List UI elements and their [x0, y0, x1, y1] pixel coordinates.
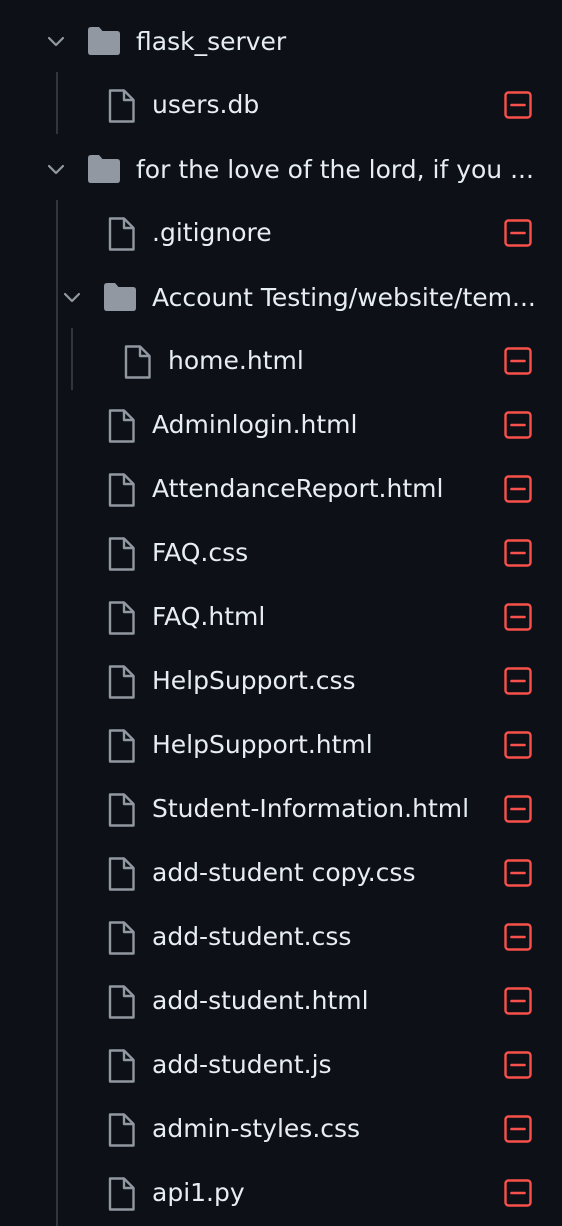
- tree-row-file-add-student-copy-css[interactable]: add-student copy.css: [0, 841, 562, 905]
- remove-square-icon[interactable]: [504, 539, 532, 567]
- tree-item-label: add-student copy.css: [152, 858, 416, 887]
- tree-item-label: users.db: [152, 90, 260, 119]
- file-icon: [108, 1049, 135, 1083]
- file-icon: [108, 601, 135, 635]
- tree-row-file-attendancereport-html[interactable]: AttendanceReport.html: [0, 457, 562, 521]
- tree-row-file-add-student-css[interactable]: add-student.css: [0, 905, 562, 969]
- tree-item-label: Student-Information.html: [152, 794, 470, 823]
- tree-item-label: Account Testing/website/tem...: [152, 283, 536, 312]
- remove-square-icon[interactable]: [504, 1115, 532, 1143]
- tree-item-label: add-student.css: [152, 922, 352, 951]
- remove-square-icon[interactable]: [504, 731, 532, 759]
- file-icon: [108, 537, 135, 571]
- remove-square-icon[interactable]: [504, 987, 532, 1015]
- file-icon: [108, 793, 135, 827]
- tree-row-file-student-information-html[interactable]: Student-Information.html: [0, 777, 562, 841]
- remove-square-icon[interactable]: [504, 603, 532, 631]
- remove-square-icon[interactable]: [504, 91, 532, 119]
- tree-row-file-adminlogin-html[interactable]: Adminlogin.html: [0, 393, 562, 457]
- remove-square-icon[interactable]: [504, 411, 532, 439]
- folder-icon: [88, 27, 120, 55]
- tree-item-label: AttendanceReport.html: [152, 474, 444, 503]
- remove-square-icon[interactable]: [504, 475, 532, 503]
- tree-row-file-users-db[interactable]: users.db: [0, 73, 562, 137]
- tree-row-folder-project-root[interactable]: for the love of the lord, if you ...: [0, 138, 562, 202]
- tree-item-label: add-student.html: [152, 986, 369, 1015]
- tree-item-label: FAQ.css: [152, 538, 249, 567]
- file-icon: [108, 473, 135, 507]
- tree-item-label: HelpSupport.html: [152, 730, 373, 759]
- remove-square-icon[interactable]: [504, 1179, 532, 1207]
- tree-item-label: flask_server: [136, 27, 287, 56]
- remove-square-icon[interactable]: [504, 347, 532, 375]
- tree-row-file-helpsupport-html[interactable]: HelpSupport.html: [0, 713, 562, 777]
- remove-square-icon[interactable]: [504, 859, 532, 887]
- folder-icon: [88, 155, 120, 183]
- remove-square-icon[interactable]: [504, 923, 532, 951]
- tree-row-file-add-student-js[interactable]: add-student.js: [0, 1033, 562, 1097]
- tree-row-folder-account-testing[interactable]: Account Testing/website/tem...: [0, 266, 562, 330]
- tree-item-label: HelpSupport.css: [152, 666, 356, 695]
- tree-item-label: FAQ.html: [152, 602, 266, 631]
- chevron-down-icon[interactable]: [46, 160, 66, 180]
- file-icon: [108, 921, 135, 955]
- tree-row-file-faq-html[interactable]: FAQ.html: [0, 585, 562, 649]
- file-icon: [108, 89, 135, 123]
- tree-row-file-add-student-html[interactable]: add-student.html: [0, 969, 562, 1033]
- tree-item-label: add-student.js: [152, 1050, 332, 1079]
- chevron-down-icon[interactable]: [62, 288, 82, 308]
- tree-item-label: api1.py: [152, 1178, 245, 1207]
- file-icon: [108, 1177, 135, 1211]
- tree-row-file-gitignore[interactable]: .gitignore: [0, 201, 562, 265]
- tree-row-file-api1-py[interactable]: api1.py: [0, 1161, 562, 1225]
- file-icon: [108, 985, 135, 1019]
- tree-row-file-helpsupport-css[interactable]: HelpSupport.css: [0, 649, 562, 713]
- tree-item-label: for the love of the lord, if you ...: [136, 155, 534, 184]
- tree-row-file-home-html[interactable]: home.html: [0, 329, 562, 393]
- file-icon: [108, 217, 135, 251]
- chevron-down-icon[interactable]: [46, 32, 66, 52]
- tree-item-label: .gitignore: [152, 218, 272, 247]
- remove-square-icon[interactable]: [504, 1051, 532, 1079]
- file-icon: [108, 729, 135, 763]
- remove-square-icon[interactable]: [504, 667, 532, 695]
- remove-square-icon[interactable]: [504, 219, 532, 247]
- file-icon: [108, 665, 135, 699]
- file-icon: [108, 857, 135, 891]
- file-icon: [108, 1113, 135, 1147]
- tree-row-file-admin-styles-css[interactable]: admin-styles.css: [0, 1097, 562, 1161]
- remove-square-icon[interactable]: [504, 795, 532, 823]
- tree-row-file-faq-css[interactable]: FAQ.css: [0, 521, 562, 585]
- tree-item-label: admin-styles.css: [152, 1114, 361, 1143]
- file-icon: [108, 409, 135, 443]
- folder-icon: [104, 283, 136, 311]
- file-icon: [124, 345, 151, 379]
- tree-row-folder-flask-server[interactable]: flask_server: [0, 10, 562, 74]
- tree-item-label: home.html: [168, 346, 304, 375]
- tree-item-label: Adminlogin.html: [152, 410, 358, 439]
- file-tree: flask_server users.db for the love of th…: [0, 0, 562, 1226]
